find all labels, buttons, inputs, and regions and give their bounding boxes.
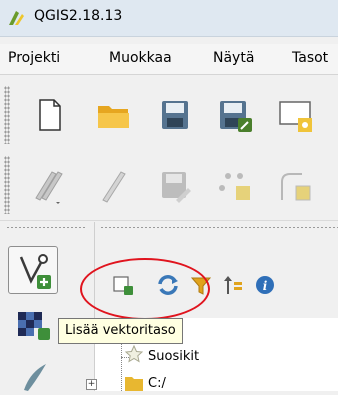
menu-projekti[interactable]: Projekti: [8, 50, 60, 66]
toolbar-grip[interactable]: [4, 86, 10, 144]
save-edits-icon[interactable]: [154, 164, 196, 206]
save-project-icon[interactable]: [154, 94, 196, 136]
expand-toggle[interactable]: +: [86, 379, 97, 390]
save-as-icon[interactable]: [214, 94, 256, 136]
menu-nayta[interactable]: Näytä: [213, 50, 254, 66]
node-tool-icon[interactable]: [274, 164, 316, 206]
menu-tasot[interactable]: Tasot: [292, 50, 328, 66]
add-raster-layer-icon[interactable]: [14, 308, 54, 342]
add-delimited-text-icon[interactable]: [18, 360, 50, 391]
folder-icon: [124, 374, 144, 391]
highlight-annotation: [80, 258, 210, 320]
add-point-icon[interactable]: [214, 164, 256, 206]
tooltip: Lisää vektoritaso: [58, 318, 183, 344]
new-print-composer-icon[interactable]: [274, 94, 316, 136]
panel-grip[interactable]: [100, 226, 338, 230]
project-toolbar: [0, 80, 338, 151]
tree-item-c-drive[interactable]: C:/: [148, 376, 166, 391]
open-project-icon[interactable]: [93, 94, 135, 136]
menu-bar: Projekti Muokkaa Näytä Tasot: [0, 44, 338, 75]
collapse-all-icon[interactable]: [220, 272, 246, 298]
properties-icon[interactable]: i: [252, 272, 278, 298]
tree-item-favorites[interactable]: Suosikit: [148, 349, 199, 364]
qgis-logo-icon: [9, 11, 24, 25]
toggle-editing-icon[interactable]: [93, 164, 135, 206]
toolbar-grip[interactable]: [6, 226, 86, 230]
new-project-icon[interactable]: [28, 94, 70, 136]
title-bar: QGIS2.18.13: [0, 0, 338, 37]
favorites-star-icon: [124, 344, 144, 364]
window-title: QGIS2.18.13: [34, 8, 123, 24]
digitize-icon[interactable]: [28, 164, 70, 206]
add-vector-layer-icon[interactable]: [8, 246, 58, 294]
menu-muokkaa[interactable]: Muokkaa: [109, 50, 172, 66]
digitizing-toolbar: [0, 150, 338, 221]
svg-text:i: i: [263, 279, 268, 293]
toolbar-grip[interactable]: [4, 156, 10, 214]
